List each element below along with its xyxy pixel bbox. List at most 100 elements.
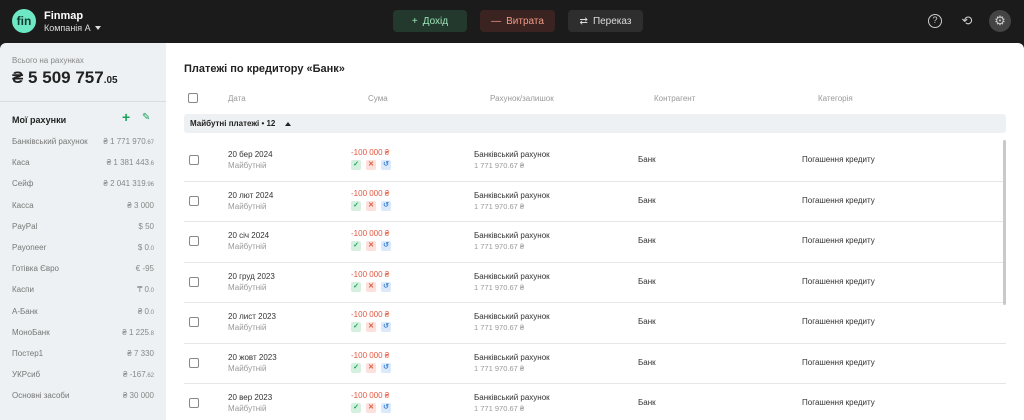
accounts-list: Банківський рахунок ₴ 1 771 970.67 Каса ₴ … (0, 131, 166, 406)
account-item[interactable]: МоноБанк ₴ 1 225.8 (0, 322, 166, 343)
row-account: Банківський рахунок (474, 312, 550, 321)
check-icon[interactable]: ✓ (351, 200, 361, 211)
close-icon[interactable]: ✕ (366, 403, 376, 413)
row-checkbox[interactable] (189, 155, 199, 165)
row-status: Майбутній (228, 404, 267, 413)
row-counterparty: Банк (638, 317, 656, 326)
row-balance: 1 771 970.67 ₴ (474, 363, 525, 373)
row-actions: ✓ ✕ ↺ (351, 241, 391, 251)
close-icon[interactable]: ✕ (366, 200, 376, 211)
add-transfer-button[interactable]: ⇄ Переказ (568, 10, 643, 32)
table-row[interactable]: 20 лют 2024 Майбутній -100 000 ₴ ✓ ✕ ↺ Б… (184, 182, 1006, 222)
table-row[interactable]: 20 груд 2023 Майбутній -100 000 ₴ ✓ ✕ ↺ … (184, 263, 1006, 303)
row-checkbox[interactable] (189, 195, 199, 206)
row-actions: ✓ ✕ ↺ (351, 362, 391, 373)
undo-icon[interactable]: ↺ (381, 362, 391, 373)
group-header-future-payments[interactable]: Майбутні платежі • 12 (184, 114, 1006, 133)
transfer-label: Переказ (592, 15, 632, 27)
close-icon[interactable]: ✕ (366, 241, 376, 251)
row-checkbox[interactable] (189, 276, 199, 287)
scrollbar[interactable] (1003, 140, 1006, 305)
page-title: Платежі по кредитору «Банк» (184, 63, 345, 75)
add-income-button[interactable]: + Дохід (393, 10, 467, 32)
column-header-counterparty[interactable]: Контрагент (654, 94, 695, 103)
row-account: Банківський рахунок (474, 231, 550, 240)
account-item[interactable]: Каспи ₸ 0.0 (0, 279, 166, 300)
row-balance: 1 771 970.67 ₴ (474, 201, 525, 211)
table-row[interactable]: 20 січ 2024 Майбутній -100 000 ₴ ✓ ✕ ↺ Б… (184, 222, 1006, 263)
finmap-logo[interactable]: fin (12, 9, 36, 33)
row-date: 20 бер 2024 (228, 150, 273, 159)
history-icon[interactable]: ⟲ (957, 11, 977, 31)
check-icon[interactable]: ✓ (351, 241, 361, 251)
row-counterparty: Банк (638, 236, 656, 245)
undo-icon[interactable]: ↺ (381, 281, 391, 292)
plus-icon: + (411, 15, 418, 27)
row-status: Майбутній (228, 242, 267, 251)
account-item[interactable]: УКРсиб ₴ -167.62 (0, 364, 166, 385)
table-row[interactable]: 20 вер 2023 Майбутній -100 000 ₴ ✓ ✕ ↺ Б… (184, 384, 1006, 420)
account-item[interactable]: Касса ₴ 3 000 (0, 195, 166, 216)
undo-icon[interactable]: ↺ (381, 403, 391, 413)
row-status: Майбутній (228, 323, 267, 332)
account-item[interactable]: А-Банк ₴ 0.0 (0, 301, 166, 322)
column-header-amount[interactable]: Сума (368, 94, 388, 103)
row-date: 20 груд 2023 (228, 271, 275, 281)
gear-icon[interactable]: ⚙ (989, 10, 1011, 32)
row-category: Погашення кредиту (802, 357, 875, 367)
help-icon[interactable]: ? (928, 14, 942, 28)
account-item[interactable]: Постер1 ₴ 7 330 (0, 343, 166, 364)
row-balance: 1 771 970.67 ₴ (474, 242, 525, 251)
row-status: Майбутній (228, 363, 267, 373)
row-checkbox[interactable] (189, 357, 199, 368)
check-icon[interactable]: ✓ (351, 281, 361, 292)
close-icon[interactable]: ✕ (366, 281, 376, 292)
row-checkbox[interactable] (189, 317, 199, 327)
row-actions: ✓ ✕ ↺ (351, 322, 391, 332)
account-item[interactable]: Payoneer $ 0.0 (0, 237, 166, 258)
edit-icon[interactable]: ✎ (142, 112, 150, 123)
brand-name: Finmap (44, 10, 84, 22)
column-header-account[interactable]: Рахунок/залишок (490, 94, 554, 103)
table-row[interactable]: 20 бер 2024 Майбутній -100 000 ₴ ✓ ✕ ↺ Б… (184, 141, 1006, 182)
table-row[interactable]: 20 лист 2023 Майбутній -100 000 ₴ ✓ ✕ ↺ … (184, 303, 1006, 344)
income-label: Дохід (422, 15, 449, 27)
add-account-icon[interactable]: + (122, 109, 130, 125)
chevron-up-icon (285, 121, 292, 126)
account-item[interactable]: Банківський рахунок ₴ 1 771 970.67 (0, 131, 166, 152)
expense-label: Витрата (506, 15, 544, 27)
check-icon[interactable]: ✓ (351, 160, 361, 170)
undo-icon[interactable]: ↺ (381, 160, 391, 170)
undo-icon[interactable]: ↺ (381, 241, 391, 251)
row-counterparty: Банк (638, 155, 656, 164)
column-header-category[interactable]: Категорія (818, 94, 853, 103)
close-icon[interactable]: ✕ (366, 322, 376, 332)
account-item[interactable]: Каса ₴ 1 381 443.6 (0, 152, 166, 173)
row-amount: -100 000 ₴ (351, 148, 390, 157)
check-icon[interactable]: ✓ (351, 322, 361, 332)
add-expense-button[interactable]: — Витрата (480, 10, 555, 32)
table-row[interactable]: 20 жовт 2023 Майбутній -100 000 ₴ ✓ ✕ ↺ … (184, 344, 1006, 384)
column-header-date[interactable]: Дата (228, 94, 246, 103)
undo-icon[interactable]: ↺ (381, 200, 391, 211)
undo-icon[interactable]: ↺ (381, 322, 391, 332)
account-item[interactable]: PayPal $ 50 (0, 216, 166, 237)
row-date: 20 жовт 2023 (228, 352, 277, 362)
row-balance: 1 771 970.67 ₴ (474, 404, 525, 413)
select-all-checkbox[interactable] (188, 93, 198, 103)
row-account: Банківський рахунок (474, 150, 550, 159)
row-actions: ✓ ✕ ↺ (351, 200, 391, 211)
row-checkbox[interactable] (189, 398, 199, 408)
close-icon[interactable]: ✕ (366, 160, 376, 170)
account-item[interactable]: Готівка Євро € -95 (0, 258, 166, 279)
total-balance: ₴ 5 509 757.05 (12, 68, 118, 87)
check-icon[interactable]: ✓ (351, 362, 361, 373)
row-checkbox[interactable] (189, 236, 199, 246)
account-item[interactable]: Сейф ₴ 2 041 319.96 (0, 173, 166, 194)
company-selector[interactable]: Компанія А (44, 23, 101, 33)
close-icon[interactable]: ✕ (366, 362, 376, 373)
row-actions: ✓ ✕ ↺ (351, 403, 391, 413)
payments-table: 20 бер 2024 Майбутній -100 000 ₴ ✓ ✕ ↺ Б… (184, 141, 1006, 420)
check-icon[interactable]: ✓ (351, 403, 361, 413)
account-item[interactable]: Основні засоби ₴ 30 000 (0, 385, 166, 406)
